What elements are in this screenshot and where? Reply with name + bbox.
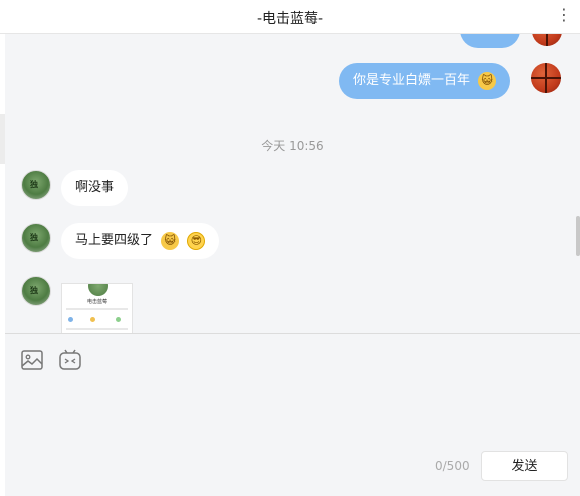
cat-face-emoji-icon: 😺 [161, 231, 180, 250]
message-text: 马上要四级了 [75, 233, 154, 248]
cat-face-emoji-icon: 😺 [478, 71, 497, 90]
incoming-message: 啊没事 [61, 170, 129, 206]
message-text: 啊没事 [75, 180, 115, 195]
chat-title: -电击蓝莓- [256, 11, 324, 27]
my-avatar-partial[interactable] [532, 34, 562, 46]
emoji-icon[interactable] [58, 348, 82, 372]
smiling-face-emoji-icon: 😎 [187, 231, 206, 250]
card-dot [90, 317, 95, 322]
message-text: 你是专业白嫖一百年 [353, 73, 471, 88]
chat-header: -电击蓝莓- ⋮ [0, 0, 580, 34]
incoming-message: 马上要四级了 😺 😎 [61, 223, 220, 259]
my-avatar[interactable] [531, 63, 561, 93]
previous-outgoing-bubble [460, 34, 520, 48]
card-title: 电击蓝莓 [86, 299, 107, 305]
shared-image-card[interactable]: 电击蓝莓 [61, 283, 133, 333]
contact-avatar[interactable]: 独 [21, 276, 51, 306]
card-avatar [88, 284, 108, 296]
image-icon[interactable] [20, 348, 44, 372]
more-options-icon[interactable]: ⋮ [556, 6, 572, 24]
message-scrollbar[interactable] [576, 216, 580, 256]
character-counter: 0/500 [435, 459, 470, 473]
card-line [66, 328, 128, 330]
message-composer[interactable]: 0/500 发送 [5, 334, 580, 496]
message-timestamp: 今天 10:56 [261, 139, 324, 153]
contact-avatar[interactable]: 独 [21, 223, 51, 253]
card-dot [68, 317, 73, 322]
outgoing-message: 你是专业白嫖一百年 😺 [339, 63, 511, 99]
card-dot [116, 317, 121, 322]
message-list[interactable]: 你是专业白嫖一百年 😺 今天 10:56 独 啊没事 独 马上要四级了 😺 😎 … [5, 34, 580, 333]
send-button[interactable]: 发送 [481, 451, 568, 481]
card-line [66, 308, 128, 310]
contact-avatar[interactable]: 独 [21, 170, 51, 200]
